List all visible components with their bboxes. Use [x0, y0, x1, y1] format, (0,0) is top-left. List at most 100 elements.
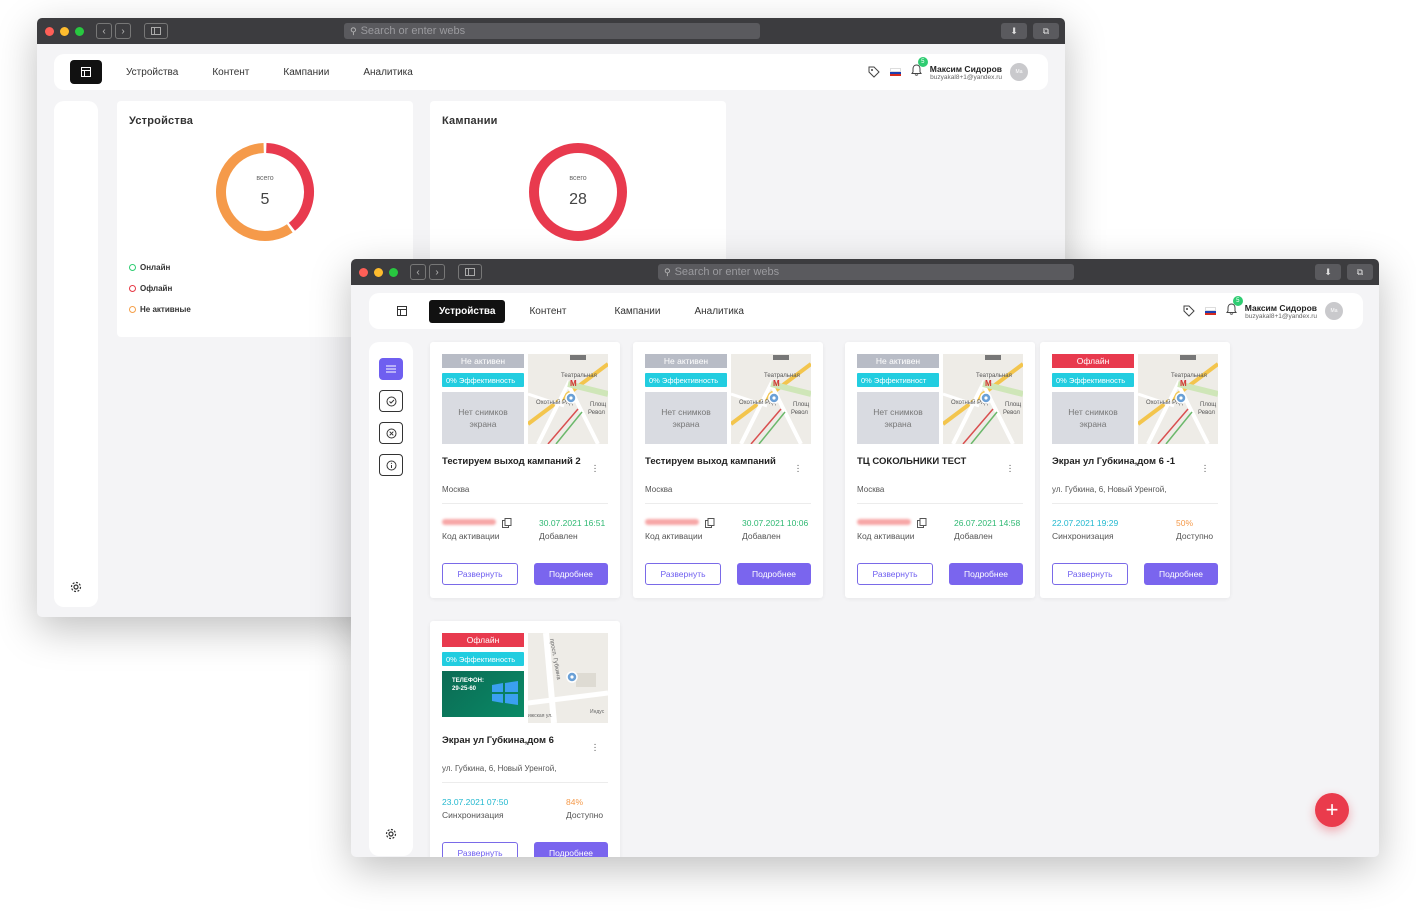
- tag-icon[interactable]: [1183, 305, 1195, 317]
- status-badge: Офлайн: [442, 633, 524, 647]
- language-flag-icon[interactable]: [889, 68, 901, 76]
- forward-icon[interactable]: ›: [429, 264, 445, 280]
- campaigns-total-label: всего: [569, 175, 587, 182]
- expand-button[interactable]: Развернуть: [645, 563, 721, 585]
- nav-campaigns[interactable]: Кампании: [605, 302, 671, 321]
- copy-icon[interactable]: [502, 518, 512, 528]
- nav-campaigns[interactable]: Кампании: [273, 63, 339, 82]
- maximize-dot[interactable]: [75, 26, 84, 36]
- device-title: Тестируем выход кампаний: [645, 456, 776, 467]
- nav-content[interactable]: Контент: [519, 302, 576, 321]
- copy-icon[interactable]: [705, 518, 715, 528]
- left-info-label: Синхронизация: [442, 810, 504, 820]
- tabs-icon[interactable]: ⧉: [1033, 23, 1059, 39]
- left-info-label: Код активации: [857, 531, 915, 541]
- filter-online-button[interactable]: [379, 390, 403, 412]
- add-device-button[interactable]: +: [1315, 793, 1349, 827]
- location-map[interactable]: Театральная M Охотный Ряд Площ Револ: [731, 354, 811, 444]
- sidebar-toggle-icon[interactable]: [458, 264, 482, 280]
- location-map[interactable]: просп. Губкина ижская ул. Индус: [528, 633, 608, 723]
- top-navigation: Устройства Контент Кампании Аналитика 5 …: [369, 293, 1363, 329]
- notifications-count-badge: 5: [917, 57, 928, 67]
- search-icon: ⚲: [350, 25, 357, 36]
- windows-logo-icon: [492, 681, 518, 705]
- address-bar[interactable]: ⚲ Search or enter webs: [344, 23, 760, 39]
- user-info[interactable]: Максим Сидоров buzyakal8+1@yandex.ru: [930, 64, 1002, 81]
- divider: [442, 503, 608, 504]
- legend-inactive-label: Не активные: [140, 305, 191, 314]
- details-button[interactable]: Подробнее: [737, 563, 811, 585]
- more-options-icon[interactable]: · · ·: [1202, 461, 1208, 477]
- devices-panel-title: Устройства: [129, 115, 194, 127]
- device-card[interactable]: Не активен 0% Эффективност Нет снимков экр…: [845, 342, 1035, 598]
- right-info-value: 84%: [566, 797, 584, 807]
- notifications-bell-icon[interactable]: 5: [910, 57, 928, 81]
- device-card[interactable]: Не активен 0% Эффективность Нет снимков эк…: [430, 342, 620, 598]
- more-options-icon[interactable]: · · ·: [592, 740, 598, 756]
- sidebar-toggle-icon[interactable]: [144, 23, 168, 39]
- filter-inactive-button[interactable]: [379, 454, 403, 476]
- tag-icon[interactable]: [868, 66, 880, 78]
- download-icon[interactable]: ⬇: [1315, 264, 1341, 280]
- expand-button[interactable]: Развернуть: [442, 842, 518, 857]
- device-card[interactable]: Офлайн 0% Эффективность Нет снимков экрана…: [1040, 342, 1230, 598]
- legend-online-marker: [129, 264, 136, 271]
- more-options-icon[interactable]: · · ·: [592, 461, 598, 477]
- left-info-label: Код активации: [442, 531, 500, 541]
- screenshot-text: ТЕЛЕФОН: 29-25-60: [452, 678, 484, 692]
- minimize-dot[interactable]: [374, 267, 383, 277]
- settings-gear-icon[interactable]: [70, 581, 82, 593]
- nav-devices[interactable]: Устройства: [429, 299, 506, 323]
- screenshot-thumbnail[interactable]: ТЕЛЕФОН: 29-25-60: [442, 671, 524, 717]
- back-icon[interactable]: ‹: [96, 23, 112, 39]
- nav-devices[interactable]: Устройства: [116, 63, 188, 82]
- nav-content[interactable]: Контент: [202, 63, 259, 82]
- details-button[interactable]: Подробнее: [949, 563, 1023, 585]
- device-card[interactable]: Офлайн 0% Эффективность ТЕЛЕФОН: 29-25-60 п…: [430, 621, 620, 857]
- settings-gear-icon[interactable]: [385, 828, 397, 840]
- expand-button[interactable]: Развернуть: [857, 563, 933, 585]
- close-dot[interactable]: [359, 267, 368, 277]
- status-badge: Не активен: [442, 354, 524, 368]
- location-map[interactable]: Театральная M Охотный Ряд Площ Револ: [528, 354, 608, 444]
- maximize-dot[interactable]: [389, 267, 398, 277]
- expand-button[interactable]: Развернуть: [442, 563, 518, 585]
- activation-code-hidden: [442, 519, 496, 525]
- layout-button[interactable]: [70, 60, 102, 84]
- no-screenshot-placeholder: Нет снимков экрана: [645, 392, 727, 444]
- filter-offline-button[interactable]: [379, 422, 403, 444]
- user-info[interactable]: Максим Сидоров buzyakal8+1@yandex.ru: [1245, 303, 1317, 320]
- location-map[interactable]: Театральная M Охотный Ряд Площ Револ: [943, 354, 1023, 444]
- browser-toolbar: ‹ › ⚲ Search or enter webs ⬇ ⧉: [37, 18, 1065, 44]
- more-options-icon[interactable]: · · ·: [795, 461, 801, 477]
- metro-icon: M: [570, 379, 577, 388]
- avatar[interactable]: Ма: [1325, 302, 1343, 320]
- minimize-dot[interactable]: [60, 26, 69, 36]
- nav-analytics[interactable]: Аналитика: [353, 63, 423, 82]
- language-flag-icon[interactable]: [1204, 307, 1216, 315]
- user-name: Максим Сидоров: [929, 63, 1002, 74]
- tabs-icon[interactable]: ⧉: [1347, 264, 1373, 280]
- back-icon[interactable]: ‹: [410, 264, 426, 280]
- avatar[interactable]: Ма: [1010, 63, 1028, 81]
- details-button[interactable]: Подробнее: [534, 563, 608, 585]
- download-icon[interactable]: ⬇: [1001, 23, 1027, 39]
- device-address: ул. Губкина, 6, Новый Уренгой,: [442, 764, 557, 773]
- location-map[interactable]: Театральная M Охотный Ряд Площ Револ: [1138, 354, 1218, 444]
- forward-icon[interactable]: ›: [115, 23, 131, 39]
- map-street-label: Театральная: [976, 373, 1012, 379]
- more-options-icon[interactable]: · · ·: [1007, 461, 1013, 477]
- map-street-label: Театральная: [561, 373, 597, 379]
- device-card[interactable]: Не активен 0% Эффективность Нет снимков эк…: [633, 342, 823, 598]
- filter-all-button[interactable]: [379, 358, 403, 380]
- divider: [442, 782, 608, 783]
- expand-button[interactable]: Развернуть: [1052, 563, 1128, 585]
- address-bar[interactable]: ⚲ Search or enter webs: [658, 264, 1074, 280]
- close-dot[interactable]: [45, 26, 54, 36]
- layout-button[interactable]: [387, 299, 417, 323]
- details-button[interactable]: Подробнее: [1144, 563, 1218, 585]
- copy-icon[interactable]: [917, 518, 927, 528]
- nav-analytics[interactable]: Аналитика: [684, 302, 754, 321]
- notifications-bell-icon[interactable]: 5: [1225, 296, 1243, 320]
- details-button[interactable]: Подробнее: [534, 842, 608, 857]
